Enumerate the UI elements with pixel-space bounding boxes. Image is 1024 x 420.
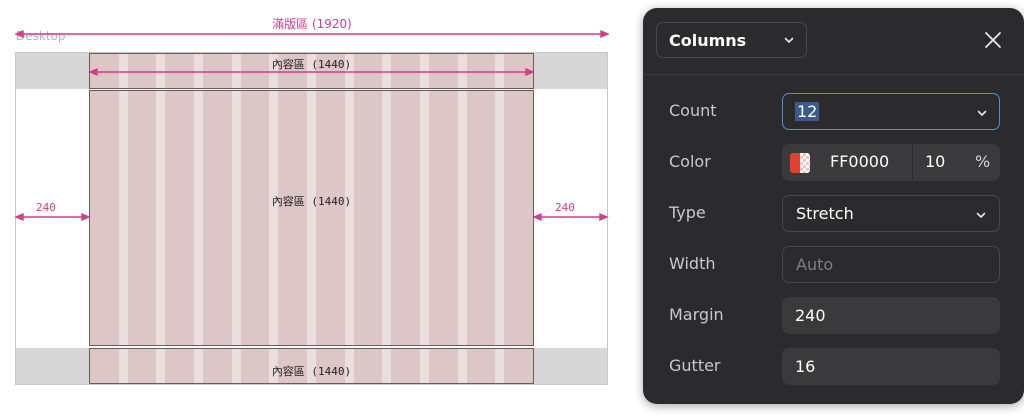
gutter-label: Gutter <box>669 356 721 375</box>
width-label: Width <box>669 254 716 273</box>
chevron-down-icon <box>976 204 986 223</box>
main-content-label: 內容區 (1440) <box>271 195 352 208</box>
full-width-label: 滿版區 (1920) <box>272 17 352 31</box>
header-content-label: 內容區 (1440) <box>271 58 352 71</box>
type-dropdown[interactable]: Stretch <box>782 195 1000 232</box>
color-hex-input[interactable]: FF0000 <box>830 152 889 171</box>
footer-content-label: 內容區 (1440) <box>271 365 352 378</box>
close-icon[interactable] <box>983 30 1003 50</box>
layout-grid-panel: Columns Count 12 Color FF0000 10 % Type … <box>643 8 1024 404</box>
count-dropdown[interactable]: 12 <box>782 93 1000 130</box>
margin-value: 240 <box>795 306 826 325</box>
color-label: Color <box>669 152 711 171</box>
count-value[interactable]: 12 <box>795 102 820 121</box>
width-input[interactable]: Auto <box>782 246 1000 283</box>
right-margin-label: 240 <box>555 201 575 214</box>
gutter-input[interactable]: 16 <box>782 348 1000 385</box>
gutter-value: 16 <box>795 357 816 376</box>
opacity-input[interactable]: 10 <box>925 152 945 171</box>
opacity-unit: % <box>975 152 991 171</box>
left-margin-label: 240 <box>36 201 56 214</box>
chevron-down-icon <box>977 102 987 121</box>
type-label: Type <box>669 203 706 222</box>
chevron-down-icon <box>784 34 794 47</box>
width-placeholder: Auto <box>796 255 834 274</box>
grid-type-select[interactable]: Columns <box>656 22 807 58</box>
type-value: Stretch <box>796 204 854 223</box>
color-swatch[interactable] <box>790 153 810 173</box>
panel-header: Columns <box>643 8 1024 75</box>
grid-type-value: Columns <box>669 30 747 50</box>
divider <box>912 144 913 181</box>
color-field[interactable]: FF0000 10 % <box>782 144 1000 181</box>
design-canvas[interactable]: Desktop 內容區 (1440) 內容區 (1440) 內容區 (1440)… <box>0 0 624 420</box>
margin-input[interactable]: 240 <box>782 297 1000 334</box>
margin-label: Margin <box>669 305 724 324</box>
count-label: Count <box>669 101 717 120</box>
